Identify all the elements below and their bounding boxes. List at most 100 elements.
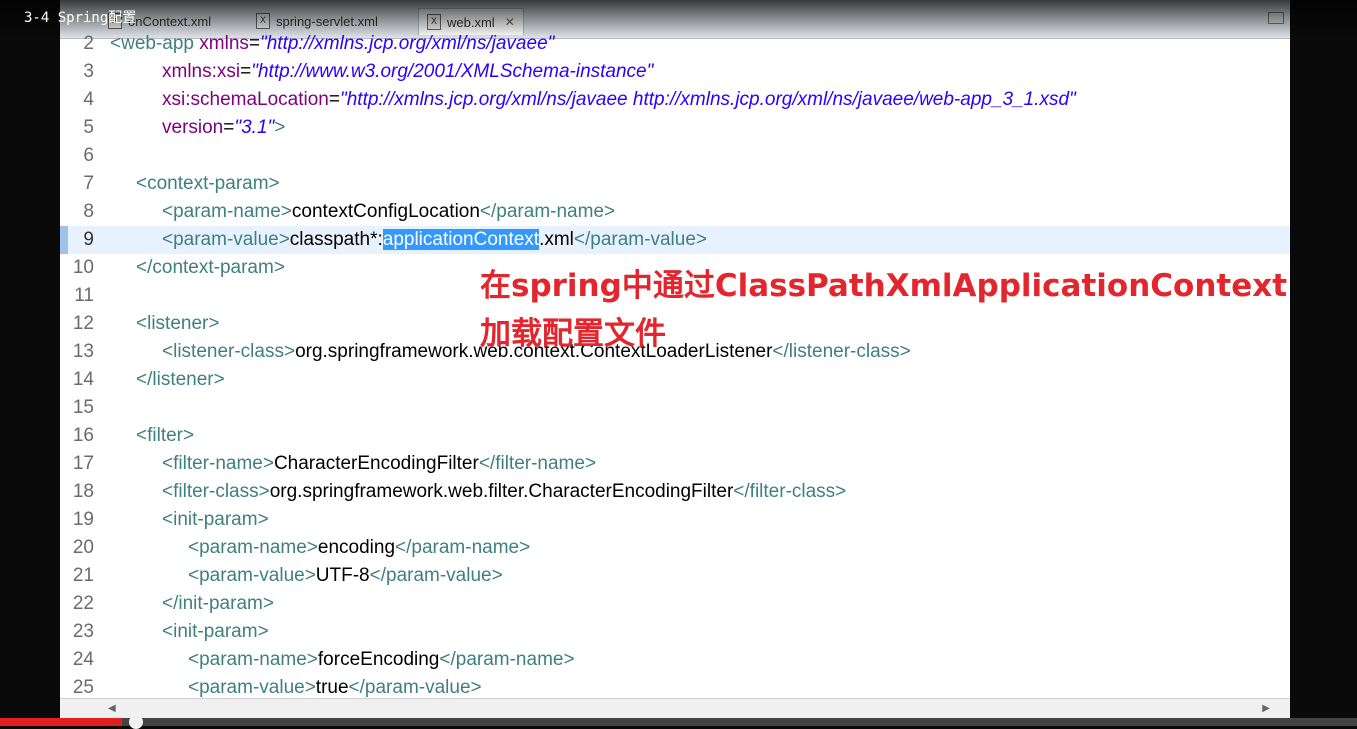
code-token: xmlns — [199, 33, 249, 54]
code-token: org.springframework.web.filter.Character… — [269, 481, 734, 502]
code-text: <param-value>UTF-8</param-value> — [188, 562, 503, 590]
annotation-line-2: 加载配置文件 — [480, 316, 666, 352]
code-token: classpath*: — [289, 229, 383, 250]
xml-file-icon: X — [256, 13, 270, 29]
code-text: </init-param> — [162, 590, 274, 618]
line-number: 2 — [83, 33, 94, 54]
code-line[interactable]: 5 version="3.1"> — [60, 114, 1290, 142]
code-line[interactable]: 14 </listener> — [60, 366, 1290, 394]
line-number: 12 — [72, 313, 94, 334]
code-token: "http://xmlns.jcp.org/xml/ns/javaee http… — [339, 89, 1076, 110]
code-token: true — [315, 677, 349, 698]
code-token: CharacterEncodingFilter — [273, 453, 479, 474]
code-line[interactable]: 9 <param-value>classpath*:applicationCont… — [60, 226, 1290, 254]
code-line[interactable]: 16 <filter> — [60, 422, 1290, 450]
code-token: > — [274, 117, 286, 138]
scroll-left-icon[interactable]: ◀ — [108, 703, 116, 714]
code-token: <listener> — [136, 313, 220, 334]
line-number: 14 — [72, 369, 94, 390]
code-token: </context-param> — [136, 257, 285, 278]
code-line[interactable]: 4 xsi:schemaLocation="http://xmlns.jcp.or… — [60, 86, 1290, 114]
code-line[interactable]: 24 <param-name>forceEncoding</param-name> — [60, 646, 1290, 674]
line-number: 18 — [72, 481, 94, 502]
code-line[interactable]: 13 <listener-class>org.springframework.we… — [60, 338, 1290, 366]
code-token: </param-name> — [479, 201, 616, 222]
code-token: "http://www.w3.org/2001/XMLSchema-instan… — [251, 61, 654, 82]
maximize-icon[interactable] — [1268, 12, 1284, 24]
code-token: = — [223, 117, 235, 138]
code-token: </param-value> — [369, 565, 503, 586]
code-text: <param-name>contextConfigLocation</param… — [162, 198, 615, 226]
annotation-line-1: 在spring中通过ClassPathXmlApplicationContext — [480, 268, 1288, 304]
close-icon[interactable]: ✕ — [505, 15, 515, 29]
code-token: <param-name> — [188, 649, 318, 670]
code-line[interactable]: 21 <param-value>UTF-8</param-value> — [60, 562, 1290, 590]
line-number: 3 — [83, 61, 94, 82]
line-number: 8 — [83, 201, 94, 222]
code-token: version — [162, 117, 224, 138]
code-text: <param-value>classpath*:applicationConte… — [162, 226, 707, 254]
code-line[interactable]: 12 <listener> — [60, 310, 1290, 338]
code-token: <filter-class> — [162, 481, 270, 502]
code-line[interactable]: 20 <param-name>encoding</param-name> — [60, 534, 1290, 562]
code-text: version="3.1"> — [162, 114, 285, 142]
code-token: xmlns:xsi — [162, 61, 241, 82]
code-token: = — [248, 33, 260, 54]
video-letterbox-right — [1290, 0, 1357, 726]
code-text: <init-param> — [162, 618, 269, 646]
code-line[interactable]: 17 <filter-name>CharacterEncodingFilter</… — [60, 450, 1290, 478]
code-token: <listener-class> — [162, 341, 296, 362]
code-text: <listener> — [136, 310, 219, 338]
code-text: <context-param> — [136, 170, 280, 198]
code-line[interactable]: 3 xmlns:xsi="http://www.w3.org/2001/XMLSc… — [60, 58, 1290, 86]
line-number: 4 — [83, 89, 94, 110]
line-number: 15 — [72, 397, 94, 418]
tab-label: onContext.xml — [128, 13, 212, 29]
line-number: 19 — [72, 509, 94, 530]
code-text: xsi:schemaLocation="http://xmlns.jcp.org… — [162, 86, 1076, 114]
code-token: <filter> — [136, 425, 195, 446]
video-progress-knob[interactable] — [129, 715, 144, 729]
code-line[interactable]: 18 <filter-class>org.springframework.web.… — [60, 478, 1290, 506]
video-progress-bar[interactable] — [0, 715, 1357, 729]
code-token: </listener> — [136, 369, 225, 390]
code-line[interactable]: 15 — [60, 394, 1290, 422]
code-line[interactable]: 7 <context-param> — [60, 170, 1290, 198]
code-line[interactable]: 19 <init-param> — [60, 506, 1290, 534]
code-text: xmlns:xsi="http://www.w3.org/2001/XMLSch… — [162, 58, 653, 86]
code-token: "http://xmlns.jcp.org/xml/ns/javaee" — [260, 33, 555, 54]
line-number: 17 — [72, 453, 94, 474]
code-token: contextConfigLocation — [291, 201, 480, 222]
code-token: <param-value> — [162, 229, 290, 250]
code-line[interactable]: 23 <init-param> — [60, 618, 1290, 646]
code-token: <filter-name> — [162, 453, 274, 474]
code-token: </filter-name> — [478, 453, 597, 474]
line-number: 13 — [72, 341, 94, 362]
code-text: <init-param> — [162, 506, 269, 534]
line-number: 6 — [83, 145, 94, 166]
line-number: 7 — [83, 173, 94, 194]
code-token: <web-app — [110, 33, 200, 54]
code-token: <param-name> — [162, 201, 292, 222]
xml-editor[interactable]: X onContext.xml X spring-servlet.xml X w… — [60, 0, 1290, 726]
horizontal-scrollbar[interactable]: ◀ ▶ — [60, 698, 1290, 719]
code-line[interactable]: 6 — [60, 142, 1290, 170]
line-number: 16 — [72, 425, 94, 446]
line-number: 20 — [72, 537, 94, 558]
code-token: </param-name> — [439, 649, 575, 670]
code-text: </listener> — [136, 366, 225, 394]
code-token: xsi:schemaLocation — [162, 89, 329, 110]
code-text: <param-name>encoding</param-name> — [188, 534, 530, 562]
code-line[interactable]: 22 </init-param> — [60, 590, 1290, 618]
line-number: 5 — [83, 117, 94, 138]
scroll-right-icon[interactable]: ▶ — [1262, 703, 1270, 714]
line-number: 10 — [72, 257, 94, 278]
code-token: .xml — [539, 229, 574, 250]
code-token: = — [328, 89, 340, 110]
video-letterbox-left — [0, 0, 60, 726]
code-text: <filter> — [136, 422, 194, 450]
code-line[interactable]: 8 <param-name>contextConfigLocation</para… — [60, 198, 1290, 226]
code-line[interactable]: 2 <web-app xmlns="http://xmlns.jcp.org/xm… — [60, 30, 1290, 58]
code-text: <param-name>forceEncoding</param-name> — [188, 646, 575, 674]
code-token: encoding — [317, 537, 396, 558]
